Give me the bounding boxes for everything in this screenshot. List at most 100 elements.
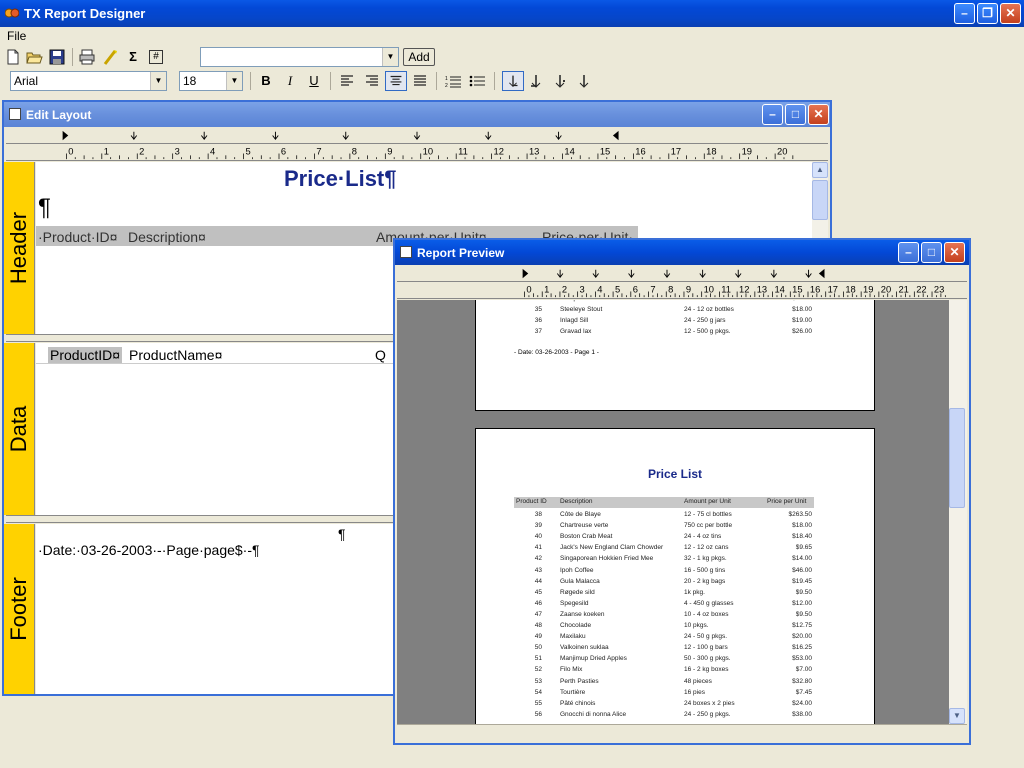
data-band-label: Data [4, 343, 35, 515]
table-row: 53 Perth Pasties 48 pieces $32.80 [514, 677, 914, 688]
edit-layout-maximize-button[interactable]: □ [785, 104, 806, 125]
chevron-down-icon[interactable]: ▼ [226, 72, 242, 90]
font-size-select[interactable]: 18 ▼ [179, 71, 243, 91]
cell-product-id: 34 [526, 300, 542, 302]
preview-canvas[interactable]: 34 Sasquatch Ale 24 - 12 oz bottles $14.00 3… [397, 300, 949, 724]
align-center-icon[interactable] [385, 71, 407, 91]
ruler-number: 5 [615, 284, 620, 294]
cell-description: Perth Pasties [560, 677, 599, 685]
tab-left-icon[interactable] [502, 71, 524, 91]
page-2-col-product-id: Product ID [516, 498, 547, 505]
field-select[interactable]: ▼ [200, 47, 399, 67]
preview-tab-ruler[interactable] [397, 266, 967, 282]
cell-product-id: 37 [534, 328, 542, 335]
scroll-thumb[interactable] [812, 180, 828, 220]
preview-page-2: Price List Product ID Description Amount… [475, 428, 875, 724]
edit-layout-minimize-button[interactable]: – [762, 104, 783, 125]
align-right-icon[interactable] [361, 71, 383, 91]
table-row: 56 Gnocchi di nonna Alice 24 - 250 g pkgs.… [514, 710, 914, 721]
ruler-number: 13 [529, 146, 539, 156]
field-number-icon[interactable]: # [149, 50, 163, 64]
cell-description: Maxilaku [560, 633, 586, 641]
edit-layout-scrollbar[interactable]: ▲ [812, 162, 828, 242]
ruler-number: 17 [828, 284, 838, 294]
ruler-number: 1 [544, 284, 549, 294]
chevron-down-icon[interactable]: ▼ [150, 72, 166, 90]
tab-center-icon[interactable] [573, 71, 595, 91]
sum-icon[interactable]: Σ [124, 48, 142, 66]
scroll-up-icon[interactable]: ▲ [812, 162, 828, 178]
cell-description: Sasquatch Ale [560, 300, 602, 302]
field-product-id[interactable]: ProductID¤ [48, 347, 123, 363]
italic-button[interactable]: I [279, 71, 301, 91]
chevron-down-icon[interactable]: ▼ [382, 48, 398, 66]
bullet-list-icon[interactable] [466, 71, 488, 91]
field-quantity[interactable]: Q [375, 347, 386, 363]
open-folder-icon[interactable] [25, 48, 43, 66]
cell-price: $14.00 [792, 555, 812, 563]
report-preview-maximize-button[interactable]: □ [921, 242, 942, 263]
tab-right-icon[interactable] [525, 71, 547, 91]
cell-amount: 24 - 50 g pkgs. [684, 633, 727, 641]
cell-price: $9.50 [795, 588, 812, 596]
restore-button[interactable]: ❐ [977, 3, 998, 24]
ruler-number: 21 [898, 284, 908, 294]
font-select[interactable]: Arial ▼ [10, 71, 167, 91]
numbered-list-icon[interactable]: 12 [442, 71, 464, 91]
ruler-number: 13 [757, 284, 767, 294]
report-title[interactable]: Price·List¶ [284, 166, 397, 192]
add-button[interactable]: Add [403, 48, 435, 66]
ruler-number: 2 [562, 284, 567, 294]
page-2-col-description: Description [560, 498, 593, 505]
scroll-down-icon[interactable]: ▼ [949, 708, 965, 724]
cell-price: $14.00 [764, 300, 812, 302]
tab-ruler[interactable] [6, 128, 828, 144]
cell-amount: 48 pieces [684, 677, 712, 685]
bold-button[interactable]: B [255, 71, 277, 91]
cell-amount: 24 - 12 oz bottles [684, 300, 734, 302]
report-preview-minimize-button[interactable]: – [898, 242, 919, 263]
tab-decimal-icon[interactable] [549, 71, 571, 91]
table-row: 52 Filo Mix 16 - 2 kg boxes $7.00 [514, 665, 914, 676]
justify-icon[interactable] [409, 71, 431, 91]
new-document-icon[interactable] [4, 48, 22, 66]
table-row: 41 Jack's New England Clam Chowder 12 - 12… [514, 543, 914, 554]
ruler-number: 19 [863, 284, 873, 294]
underline-button[interactable]: U [303, 71, 325, 91]
footer-text[interactable]: ·Date:·03-26-2003·-·Page·page$·-¶ [38, 542, 260, 558]
menu-file[interactable]: File [7, 29, 26, 43]
table-row: 47 Zaanse koeken 10 - 4 oz boxes $9.50 [514, 610, 914, 621]
scroll-thumb[interactable] [949, 408, 965, 508]
footer-band-text: Footer [6, 577, 31, 641]
cell-amount: 750 cc per bottle [684, 522, 733, 530]
ruler-number: 1 [104, 146, 109, 156]
cell-amount: 4 - 450 g glasses [684, 599, 734, 607]
ruler-number: 6 [633, 284, 638, 294]
table-row: 51 Manjimup Dried Apples 50 - 300 g pkgs. $… [514, 654, 914, 665]
cell-price: $12.75 [792, 622, 812, 629]
cell-product-id: 40 [534, 533, 542, 541]
cell-price: $20.00 [792, 633, 812, 641]
minimize-button[interactable]: – [954, 3, 975, 24]
cell-description: Boston Crab Meat [560, 533, 613, 541]
cell-amount: 24 boxes x 2 pies [684, 699, 735, 707]
report-preview-close-button[interactable]: ✕ [944, 242, 965, 263]
field-product-name[interactable]: ProductName¤ [129, 347, 222, 363]
ruler-number: 10 [423, 146, 433, 156]
preview-scrollbar[interactable]: ▼ [949, 300, 967, 724]
wand-icon[interactable] [101, 48, 119, 66]
font-select-value: Arial [14, 74, 39, 88]
cell-description: Spegesild [560, 599, 589, 607]
ruler-number: 0 [68, 146, 73, 156]
cell-amount: 20 - 2 kg bags [684, 577, 726, 585]
cell-product-id: 46 [534, 599, 542, 607]
save-icon[interactable] [48, 48, 66, 66]
align-left-icon[interactable] [336, 71, 358, 91]
close-button[interactable]: ✕ [1000, 3, 1021, 24]
page-1-footer: - Date: 03-26-2003 - Page 1 - [514, 349, 599, 356]
cell-amount: 16 - 2 kg boxes [684, 666, 729, 674]
edit-layout-close-button[interactable]: ✕ [808, 104, 829, 125]
cell-price: $53.00 [792, 655, 812, 663]
print-icon[interactable] [78, 48, 96, 66]
cell-description: Manjimup Dried Apples [560, 655, 627, 663]
